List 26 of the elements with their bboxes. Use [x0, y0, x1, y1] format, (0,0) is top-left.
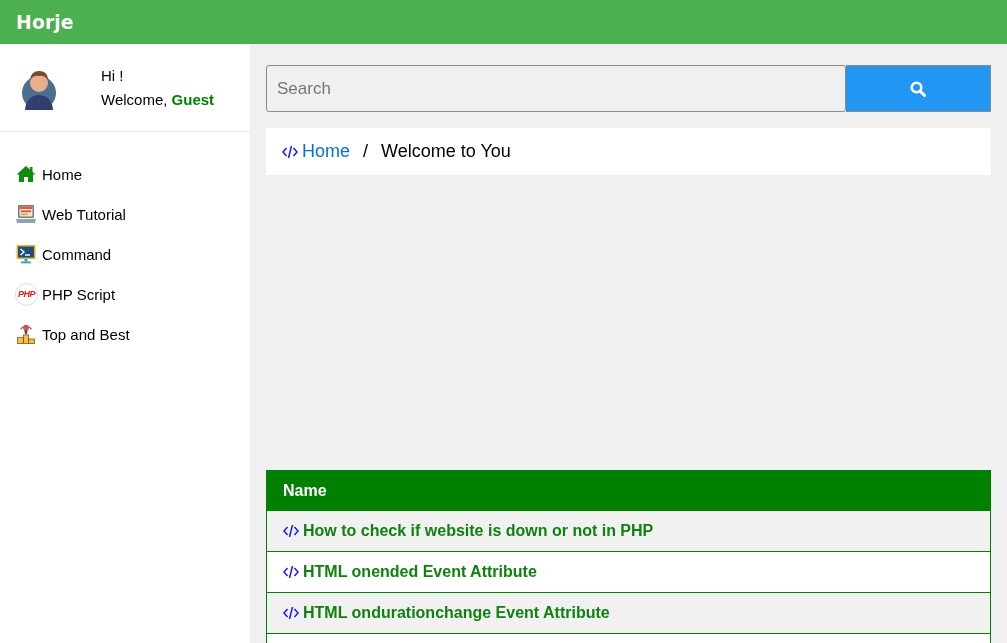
sidebar-item[interactable]: Command [0, 234, 250, 274]
article-link[interactable]: How to check if website is down or not in PHP [303, 522, 654, 540]
breadcrumb-current: Welcome to You [381, 141, 511, 162]
house-icon [16, 164, 36, 184]
php-badge: PHP [15, 282, 38, 306]
column-header: Name [283, 481, 327, 500]
code-icon [283, 606, 299, 620]
laptop-icon [16, 204, 36, 224]
monitor-icon [16, 244, 36, 264]
sidebar-item[interactable]: Web Tutorial [0, 194, 250, 234]
welcome-text: Welcome, Guest [101, 90, 215, 109]
podium-icon [16, 324, 36, 344]
search-field[interactable]: Search [266, 65, 846, 112]
sidebar-item[interactable]: Home [0, 154, 250, 194]
article-link[interactable]: HTML onended Event Attribute [303, 563, 537, 581]
code-icon [283, 524, 299, 538]
code-icon [283, 565, 299, 579]
search-button[interactable] [846, 65, 991, 112]
code-icon [282, 144, 298, 159]
greeting-text: Hi ! [101, 66, 125, 85]
sidebar-item[interactable]: PHP PHP Script [0, 274, 250, 314]
breadcrumb-separator: / [363, 141, 369, 162]
article-link[interactable]: HTML ondurationchange Event Attribute [303, 604, 610, 622]
sidebar-item[interactable]: Top and Best [0, 314, 250, 354]
breadcrumb-link[interactable]: Home [302, 141, 350, 162]
search-icon [910, 80, 926, 97]
